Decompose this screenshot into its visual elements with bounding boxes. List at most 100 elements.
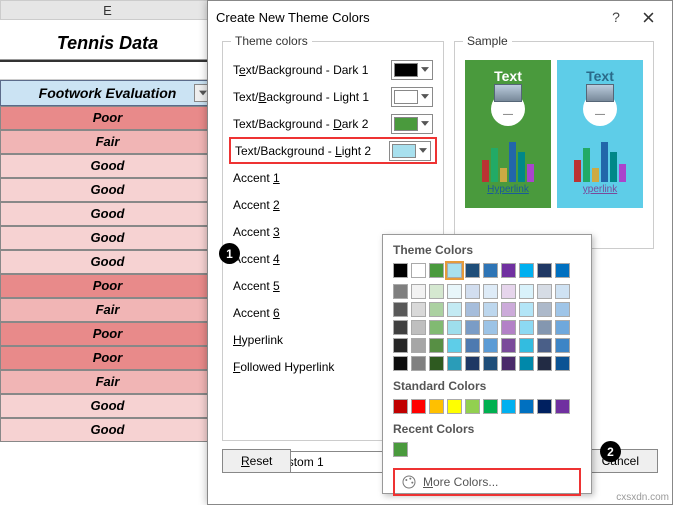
table-row[interactable]: Fair bbox=[0, 298, 215, 322]
color-swatch[interactable] bbox=[447, 263, 462, 278]
color-swatch[interactable] bbox=[483, 399, 498, 414]
color-swatch[interactable] bbox=[411, 338, 426, 353]
table-row[interactable]: Good bbox=[0, 394, 215, 418]
table-row[interactable]: Poor bbox=[0, 106, 215, 130]
color-swatch[interactable] bbox=[501, 263, 516, 278]
color-swatch[interactable] bbox=[501, 356, 516, 371]
color-swatch[interactable] bbox=[465, 263, 480, 278]
color-swatch[interactable] bbox=[537, 320, 552, 335]
color-swatch[interactable] bbox=[393, 320, 408, 335]
theme-color-label: Text/Background - Light 1 bbox=[233, 90, 391, 104]
color-swatch[interactable] bbox=[483, 338, 498, 353]
table-row[interactable]: Good bbox=[0, 250, 215, 274]
color-swatch[interactable] bbox=[501, 302, 516, 317]
table-row[interactable]: Poor bbox=[0, 274, 215, 298]
color-swatch[interactable] bbox=[465, 320, 480, 335]
table-row[interactable]: Good bbox=[0, 178, 215, 202]
color-swatch[interactable] bbox=[519, 284, 534, 299]
color-swatch[interactable] bbox=[447, 284, 462, 299]
color-swatch[interactable] bbox=[447, 320, 462, 335]
color-swatch[interactable] bbox=[555, 338, 570, 353]
table-header-footwork[interactable]: Footwork Evaluation bbox=[0, 80, 215, 106]
color-swatch[interactable] bbox=[465, 284, 480, 299]
color-swatch[interactable] bbox=[447, 338, 462, 353]
color-swatch[interactable] bbox=[555, 356, 570, 371]
color-swatch[interactable] bbox=[411, 284, 426, 299]
help-button[interactable]: ? bbox=[600, 1, 632, 33]
color-swatch-button[interactable] bbox=[391, 114, 433, 134]
table-row[interactable]: Fair bbox=[0, 370, 215, 394]
color-swatch[interactable] bbox=[429, 356, 444, 371]
color-swatch[interactable] bbox=[555, 302, 570, 317]
color-swatch[interactable] bbox=[483, 320, 498, 335]
color-swatch[interactable] bbox=[429, 284, 444, 299]
color-swatch[interactable] bbox=[483, 263, 498, 278]
color-swatch[interactable] bbox=[537, 356, 552, 371]
color-swatch[interactable] bbox=[465, 338, 480, 353]
color-swatch[interactable] bbox=[393, 284, 408, 299]
color-swatch[interactable] bbox=[393, 263, 408, 278]
color-swatch[interactable] bbox=[393, 399, 408, 414]
color-swatch[interactable] bbox=[537, 302, 552, 317]
color-swatch[interactable] bbox=[429, 320, 444, 335]
color-swatch-button[interactable] bbox=[391, 60, 433, 80]
color-swatch[interactable] bbox=[555, 399, 570, 414]
color-swatch[interactable] bbox=[537, 399, 552, 414]
color-swatch[interactable] bbox=[393, 442, 408, 457]
more-colors-button[interactable]: More Colors... bbox=[393, 468, 581, 496]
table-row[interactable]: Poor bbox=[0, 346, 215, 370]
color-swatch[interactable] bbox=[429, 263, 444, 278]
color-swatch-button[interactable] bbox=[389, 141, 431, 161]
color-swatch[interactable] bbox=[537, 263, 552, 278]
table-row[interactable]: Good bbox=[0, 418, 215, 442]
color-swatch[interactable] bbox=[519, 263, 534, 278]
color-swatch-button[interactable] bbox=[391, 87, 433, 107]
color-swatch[interactable] bbox=[465, 356, 480, 371]
color-swatch[interactable] bbox=[411, 263, 426, 278]
color-swatch[interactable] bbox=[429, 302, 444, 317]
color-swatch[interactable] bbox=[429, 399, 444, 414]
color-swatch[interactable] bbox=[519, 302, 534, 317]
color-swatch[interactable] bbox=[483, 284, 498, 299]
empty-row[interactable] bbox=[0, 60, 215, 80]
color-swatch[interactable] bbox=[483, 302, 498, 317]
color-swatch[interactable] bbox=[501, 320, 516, 335]
reset-button[interactable]: Reset bbox=[222, 449, 291, 473]
color-swatch[interactable] bbox=[501, 399, 516, 414]
color-swatch[interactable] bbox=[465, 399, 480, 414]
close-button[interactable] bbox=[632, 1, 664, 33]
theme-color-row: Text/Background - Light 1 bbox=[233, 83, 433, 110]
color-swatch[interactable] bbox=[393, 338, 408, 353]
color-swatch[interactable] bbox=[411, 356, 426, 371]
table-row[interactable]: Good bbox=[0, 202, 215, 226]
color-swatch[interactable] bbox=[411, 302, 426, 317]
color-swatch[interactable] bbox=[429, 338, 444, 353]
color-swatch[interactable] bbox=[519, 338, 534, 353]
column-header-e[interactable]: E bbox=[0, 0, 215, 20]
table-row[interactable]: Good bbox=[0, 226, 215, 250]
color-swatch[interactable] bbox=[393, 356, 408, 371]
color-swatch[interactable] bbox=[393, 302, 408, 317]
color-swatch[interactable] bbox=[465, 302, 480, 317]
table-row[interactable]: Fair bbox=[0, 130, 215, 154]
color-swatch[interactable] bbox=[537, 338, 552, 353]
color-swatch[interactable] bbox=[555, 263, 570, 278]
color-swatch[interactable] bbox=[519, 320, 534, 335]
theme-color-row: Text/Background - Dark 1 bbox=[233, 56, 433, 83]
color-swatch[interactable] bbox=[411, 399, 426, 414]
color-swatch[interactable] bbox=[411, 320, 426, 335]
sample-pane-light: Text ― yperlink bbox=[557, 60, 643, 208]
color-swatch[interactable] bbox=[537, 284, 552, 299]
color-swatch[interactable] bbox=[555, 284, 570, 299]
color-swatch[interactable] bbox=[519, 356, 534, 371]
color-swatch[interactable] bbox=[447, 399, 462, 414]
color-swatch[interactable] bbox=[483, 356, 498, 371]
color-swatch[interactable] bbox=[555, 320, 570, 335]
color-swatch[interactable] bbox=[519, 399, 534, 414]
color-swatch[interactable] bbox=[447, 356, 462, 371]
color-swatch[interactable] bbox=[501, 338, 516, 353]
color-swatch[interactable] bbox=[447, 302, 462, 317]
table-row[interactable]: Poor bbox=[0, 322, 215, 346]
color-swatch[interactable] bbox=[501, 284, 516, 299]
table-row[interactable]: Good bbox=[0, 154, 215, 178]
